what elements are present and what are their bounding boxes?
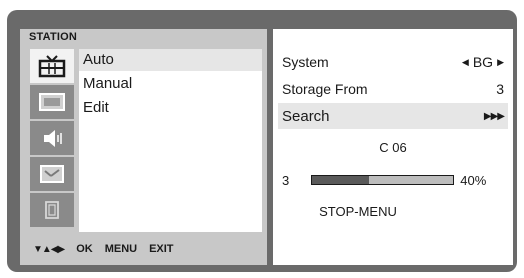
picture-icon (39, 93, 65, 111)
left-arrow-icon[interactable]: ◀ (462, 57, 469, 68)
picture-icon-button[interactable] (30, 85, 74, 119)
time-icon (40, 165, 64, 183)
icon-column (30, 49, 74, 232)
storage-from-row[interactable]: Storage From 3 (278, 76, 508, 102)
tv-icon (38, 55, 66, 78)
menu-item-auto[interactable]: Auto (79, 49, 262, 71)
system-label: System (282, 54, 329, 70)
tv-icon-button[interactable] (30, 49, 74, 83)
system-value-group: ◀ BG ▶ (462, 54, 504, 70)
progress-start: 3 (282, 172, 290, 188)
ok-hint: OK (76, 243, 93, 255)
sound-icon-button[interactable] (30, 121, 74, 155)
time-icon-button[interactable] (30, 157, 74, 191)
exit-hint: EXIT (149, 243, 174, 255)
menu-item-manual[interactable]: Manual (79, 73, 262, 95)
storage-from-label: Storage From (282, 81, 368, 97)
sound-icon (44, 130, 62, 147)
channel-readout: C 06 (379, 140, 407, 155)
progress-bar (311, 175, 455, 185)
menu-item-label: Manual (83, 75, 133, 92)
search-label: Search (282, 107, 330, 125)
special-icon (45, 201, 59, 219)
search-row[interactable]: Search ▶▶▶ (278, 103, 508, 129)
storage-from-value: 3 (496, 81, 504, 97)
section-title: STATION (29, 31, 78, 43)
search-progress: 3 40% (282, 172, 508, 188)
system-value: BG (472, 54, 494, 70)
menu-item-edit[interactable]: Edit (79, 97, 262, 119)
menu-item-label: Auto (83, 51, 114, 68)
menu-hint: MENU (104, 243, 138, 255)
special-icon-button[interactable] (30, 193, 74, 227)
nav-hints: ▼▲◀▶ OK MENU EXIT (33, 243, 174, 255)
system-row[interactable]: System ◀ BG ▶ (278, 49, 508, 75)
progress-percent: 40% (460, 172, 487, 188)
search-forward-icon: ▶▶▶ (483, 110, 505, 122)
right-arrow-icon[interactable]: ▶ (497, 57, 504, 68)
nav-arrows-icon: ▼▲◀▶ (33, 243, 65, 255)
menu-list: Auto Manual Edit (79, 49, 262, 232)
progress-bar-fill (312, 176, 369, 184)
menu-item-label: Edit (83, 99, 109, 116)
stop-hint: STOP-MENU (319, 204, 397, 219)
